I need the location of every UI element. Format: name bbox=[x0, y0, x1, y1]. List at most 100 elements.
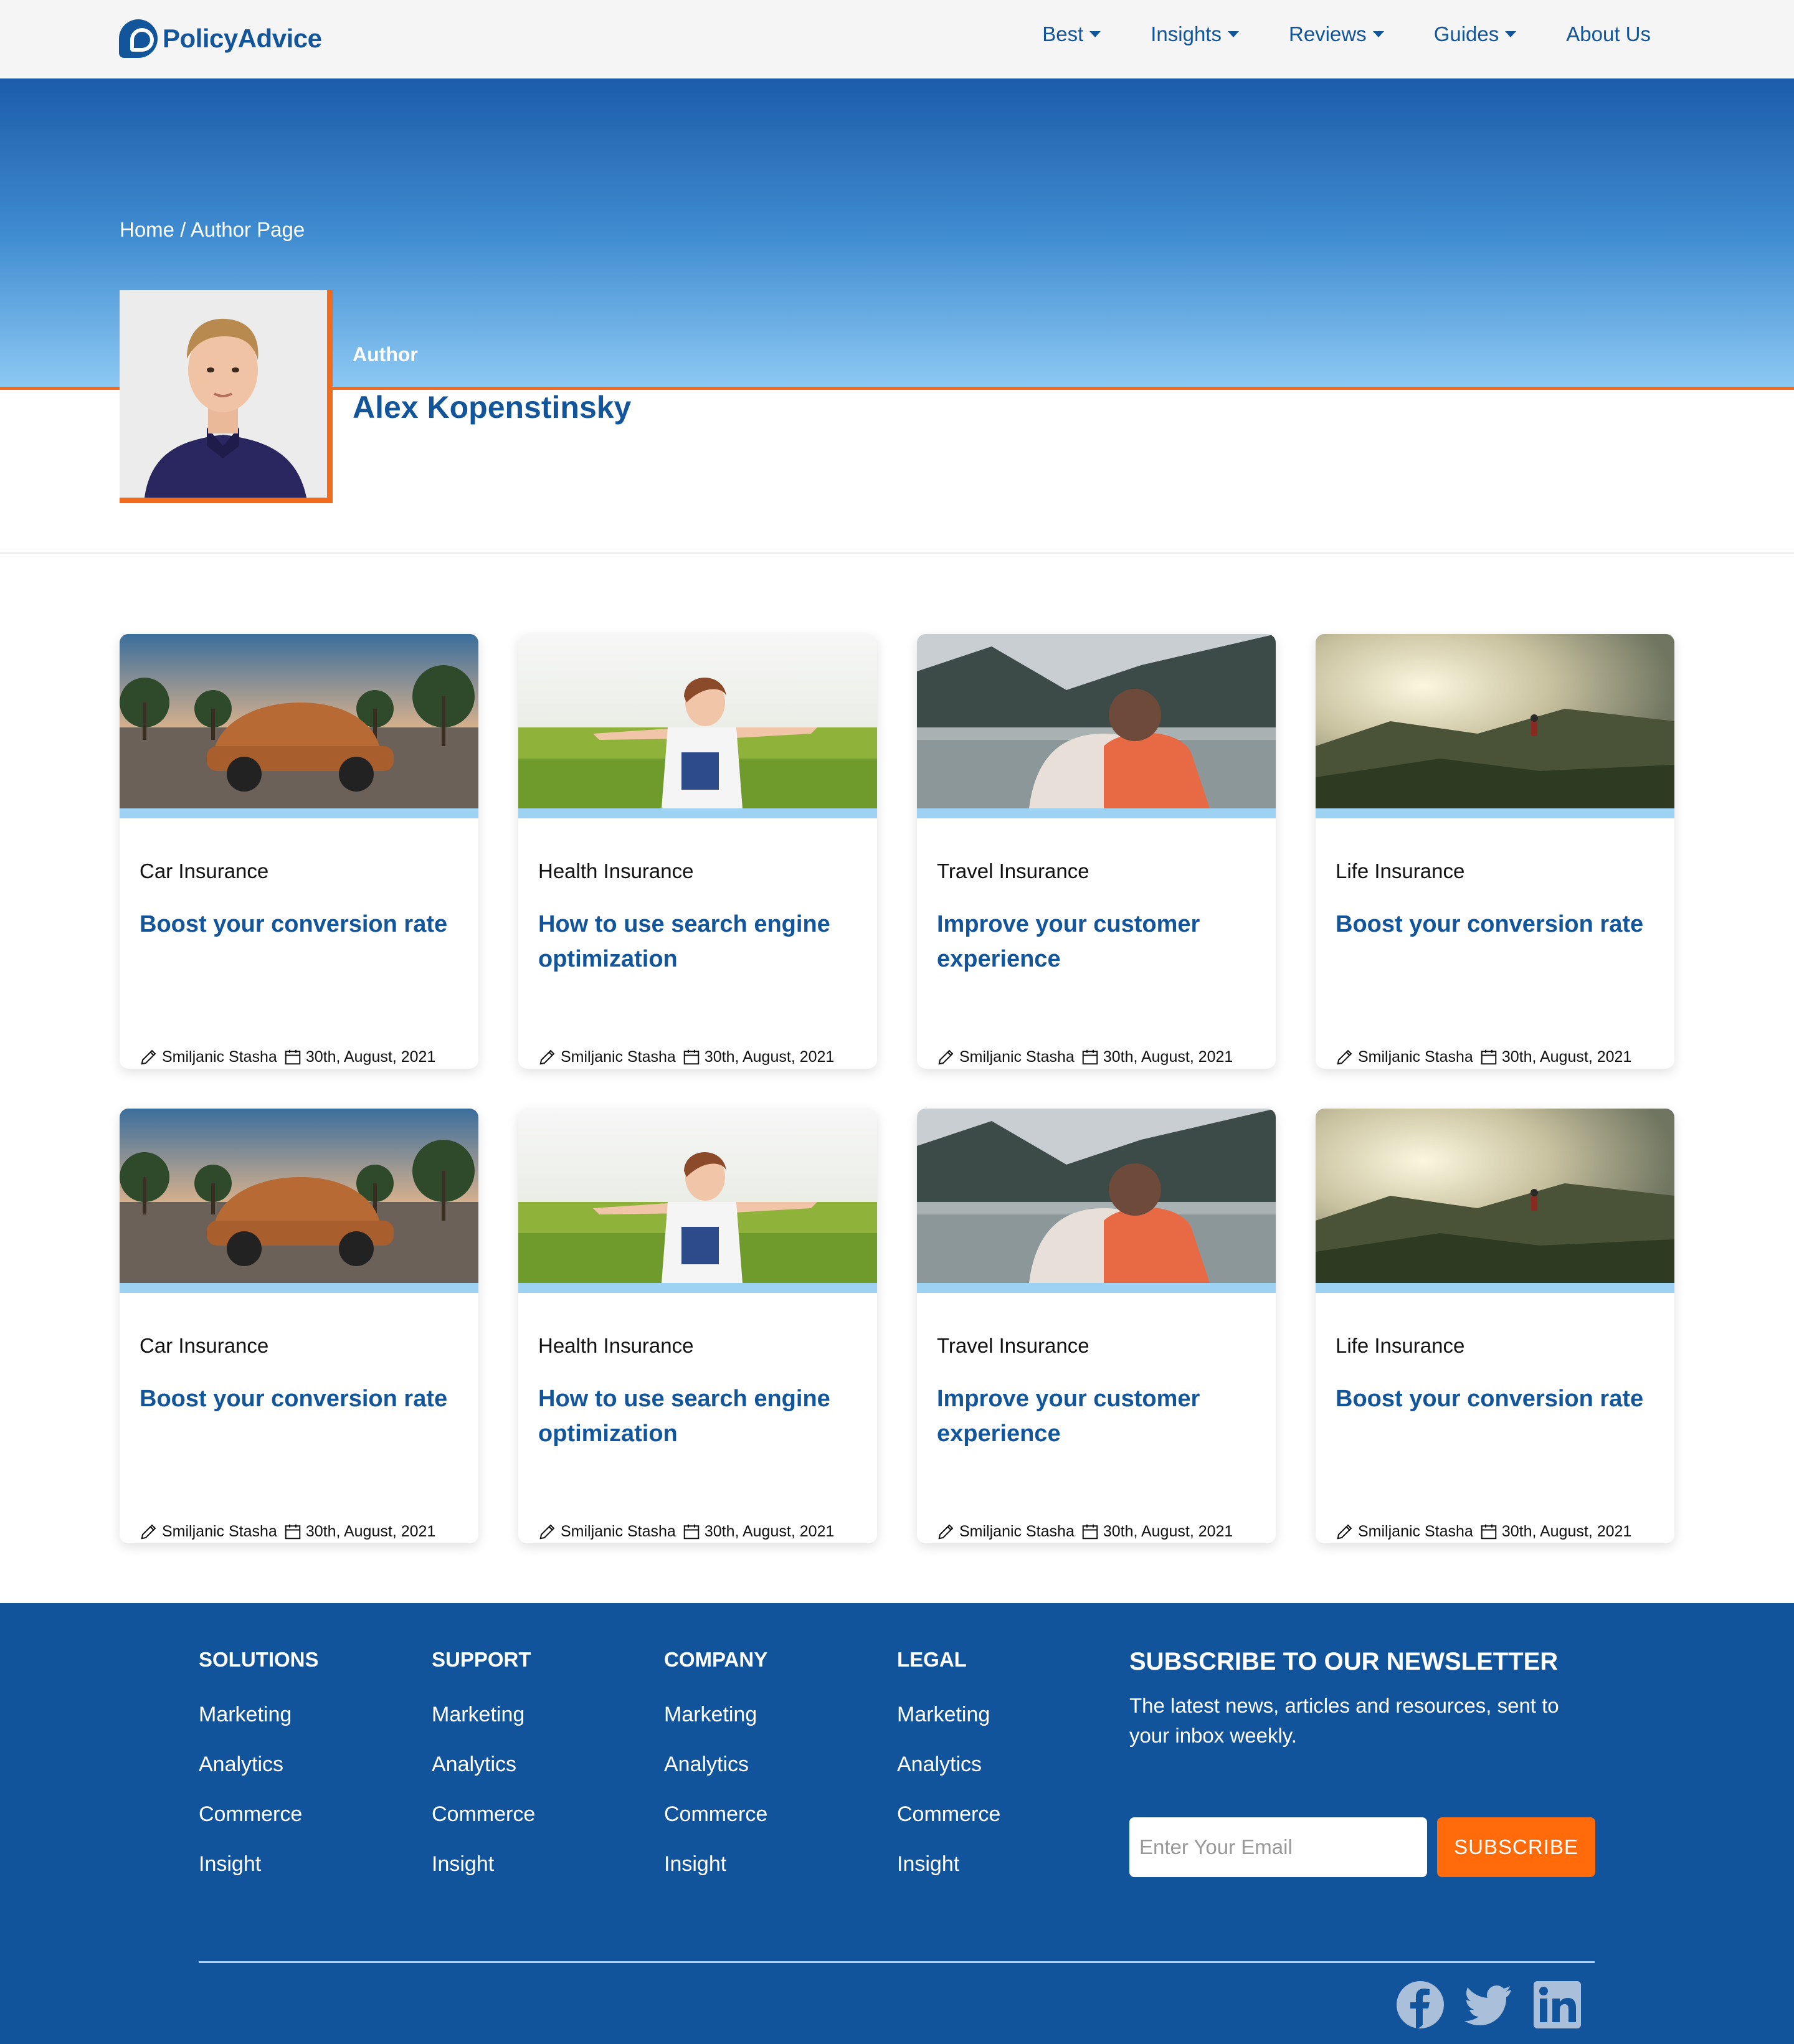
article-title[interactable]: How to use search engine optimization bbox=[538, 907, 862, 977]
article-category: Life Insurance bbox=[1336, 1334, 1465, 1357]
article-meta: Smiljanic Stasha 30th, August, 2021 bbox=[937, 1048, 1233, 1066]
article-title[interactable]: How to use search engine optimization bbox=[538, 1381, 862, 1451]
nav-item-reviews[interactable]: Reviews bbox=[1289, 22, 1384, 46]
article-date: 30th, August, 2021 bbox=[1103, 1522, 1233, 1540]
article-image-life bbox=[1316, 1109, 1674, 1283]
logo-text: PolicyAdvice bbox=[163, 24, 322, 53]
footer-column-heading: SOLUTIONS bbox=[199, 1648, 319, 1671]
logo-icon bbox=[119, 19, 158, 58]
footer-link[interactable]: Analytics bbox=[897, 1753, 1000, 1802]
article-meta: Smiljanic Stasha 30th, August, 2021 bbox=[1336, 1522, 1631, 1541]
nav-label: Best bbox=[1042, 22, 1084, 45]
article-category: Travel Insurance bbox=[937, 859, 1089, 882]
footer-link[interactable]: Marketing bbox=[664, 1703, 767, 1753]
article-card[interactable]: Life Insurance Boost your conversion rat… bbox=[1316, 1109, 1674, 1543]
article-author[interactable]: Smiljanic Stasha bbox=[561, 1048, 676, 1066]
article-card[interactable]: Travel Insurance Improve your customer e… bbox=[917, 634, 1276, 1069]
pencil-icon bbox=[539, 1049, 555, 1065]
footer-link[interactable]: Marketing bbox=[897, 1703, 1000, 1753]
footer-link[interactable]: Marketing bbox=[432, 1703, 535, 1753]
footer-link[interactable]: Commerce bbox=[664, 1802, 767, 1852]
article-card[interactable]: Health Insurance How to use search engin… bbox=[518, 1109, 877, 1543]
article-author[interactable]: Smiljanic Stasha bbox=[959, 1048, 1075, 1066]
article-title[interactable]: Improve your customer experience bbox=[937, 1381, 1261, 1451]
footer-link[interactable]: Insight bbox=[897, 1852, 1000, 1902]
card-accent-bar bbox=[917, 808, 1276, 818]
author-portrait bbox=[120, 290, 327, 498]
email-input[interactable] bbox=[1129, 1817, 1427, 1877]
newsletter-section: SUBSCRIBE TO OUR NEWSLETTER The latest n… bbox=[1129, 1648, 1603, 1877]
nav-item-best[interactable]: Best bbox=[1042, 22, 1101, 46]
article-card[interactable]: Travel Insurance Improve your customer e… bbox=[917, 1109, 1276, 1543]
facebook-icon[interactable] bbox=[1395, 1980, 1445, 2030]
card-accent-bar bbox=[917, 1283, 1276, 1293]
article-date: 30th, August, 2021 bbox=[1501, 1048, 1632, 1066]
article-meta: Smiljanic Stasha 30th, August, 2021 bbox=[1336, 1048, 1631, 1066]
nav-label: Guides bbox=[1433, 22, 1499, 45]
article-author[interactable]: Smiljanic Stasha bbox=[1358, 1523, 1473, 1541]
nav-item-guides[interactable]: Guides bbox=[1434, 22, 1517, 46]
article-title[interactable]: Boost your conversion rate bbox=[1336, 1381, 1659, 1416]
article-date: 30th, August, 2021 bbox=[305, 1522, 436, 1540]
article-image-health bbox=[518, 634, 877, 808]
pencil-icon bbox=[938, 1524, 954, 1540]
chevron-down-icon bbox=[1505, 31, 1517, 37]
article-meta: Smiljanic Stasha 30th, August, 2021 bbox=[140, 1522, 435, 1541]
calendar-icon bbox=[1481, 1049, 1497, 1065]
article-card[interactable]: Life Insurance Boost your conversion rat… bbox=[1316, 634, 1674, 1069]
site-footer: SOLUTIONS Marketing Analytics Commerce I… bbox=[0, 1603, 1794, 2044]
chevron-down-icon bbox=[1372, 31, 1384, 37]
article-title[interactable]: Boost your conversion rate bbox=[1336, 907, 1659, 942]
footer-link[interactable]: Analytics bbox=[664, 1753, 767, 1802]
article-author[interactable]: Smiljanic Stasha bbox=[162, 1048, 277, 1066]
article-title[interactable]: Boost your conversion rate bbox=[140, 1381, 463, 1416]
card-accent-bar bbox=[1316, 1283, 1674, 1293]
nav-item-about-us[interactable]: About Us bbox=[1566, 22, 1651, 46]
newsletter-form: SUBSCRIBE bbox=[1129, 1817, 1595, 1877]
nav-label: About Us bbox=[1566, 22, 1651, 45]
footer-column-company: COMPANY Marketing Analytics Commerce Ins… bbox=[664, 1648, 767, 1902]
article-card[interactable]: Car Insurance Boost your conversion rate… bbox=[120, 634, 478, 1069]
card-accent-bar bbox=[1316, 808, 1674, 818]
footer-link[interactable]: Analytics bbox=[199, 1753, 319, 1802]
article-date: 30th, August, 2021 bbox=[704, 1522, 835, 1540]
calendar-icon bbox=[683, 1049, 700, 1065]
article-category: Travel Insurance bbox=[937, 1334, 1089, 1357]
footer-column-support: SUPPORT Marketing Analytics Commerce Ins… bbox=[432, 1648, 535, 1902]
footer-link[interactable]: Analytics bbox=[432, 1753, 535, 1802]
footer-link[interactable]: Insight bbox=[432, 1852, 535, 1902]
article-category: Health Insurance bbox=[538, 1334, 694, 1357]
article-title[interactable]: Improve your customer experience bbox=[937, 907, 1261, 977]
breadcrumb[interactable]: Home / Author Page bbox=[120, 218, 305, 242]
article-card[interactable]: Car Insurance Boost your conversion rate… bbox=[120, 1109, 478, 1543]
footer-link[interactable]: Insight bbox=[199, 1852, 319, 1902]
author-role-label: Author bbox=[353, 343, 418, 366]
footer-link[interactable]: Commerce bbox=[897, 1802, 1000, 1852]
subscribe-button[interactable]: SUBSCRIBE bbox=[1437, 1817, 1595, 1877]
article-author[interactable]: Smiljanic Stasha bbox=[162, 1523, 277, 1541]
nav-item-insights[interactable]: Insights bbox=[1151, 22, 1239, 46]
calendar-icon bbox=[285, 1524, 301, 1540]
footer-link[interactable]: Commerce bbox=[199, 1802, 319, 1852]
pencil-icon bbox=[539, 1524, 555, 1540]
article-meta: Smiljanic Stasha 30th, August, 2021 bbox=[937, 1522, 1233, 1541]
article-card[interactable]: Health Insurance How to use search engin… bbox=[518, 634, 877, 1069]
article-author[interactable]: Smiljanic Stasha bbox=[561, 1523, 676, 1541]
site-header: PolicyAdvice Best Insights Reviews Guide… bbox=[0, 0, 1794, 78]
article-title[interactable]: Boost your conversion rate bbox=[140, 907, 463, 942]
footer-link[interactable]: Marketing bbox=[199, 1703, 319, 1753]
article-author[interactable]: Smiljanic Stasha bbox=[959, 1523, 1075, 1541]
chevron-down-icon bbox=[1227, 31, 1239, 37]
footer-column-heading: COMPANY bbox=[664, 1648, 768, 1671]
article-author[interactable]: Smiljanic Stasha bbox=[1358, 1048, 1473, 1066]
footer-link[interactable]: Commerce bbox=[432, 1802, 535, 1852]
linkedin-icon[interactable] bbox=[1532, 1980, 1582, 2030]
twitter-icon[interactable] bbox=[1464, 1980, 1514, 2030]
logo[interactable]: PolicyAdvice bbox=[119, 19, 322, 59]
calendar-icon bbox=[1082, 1524, 1098, 1540]
article-meta: Smiljanic Stasha 30th, August, 2021 bbox=[538, 1048, 834, 1066]
calendar-icon bbox=[1082, 1049, 1098, 1065]
article-image-travel bbox=[917, 634, 1276, 808]
footer-link[interactable]: Insight bbox=[664, 1852, 767, 1902]
article-image-health bbox=[518, 1109, 877, 1283]
